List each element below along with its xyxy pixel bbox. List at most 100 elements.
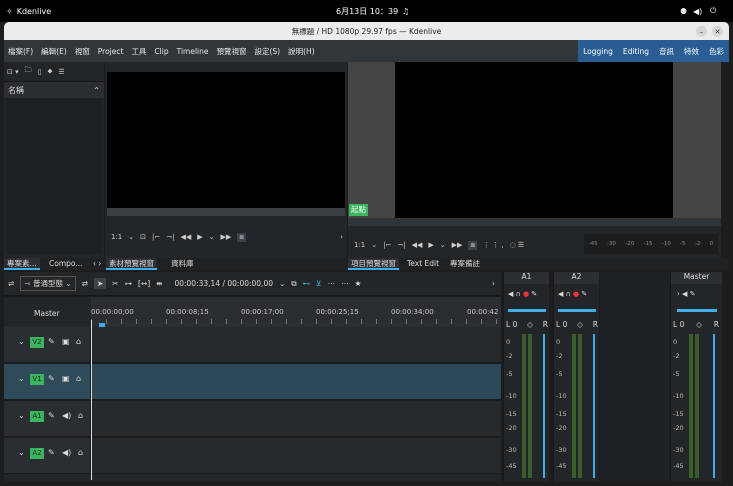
overlay-icon[interactable]: ⧈ [237, 232, 246, 242]
menu-monitor[interactable]: 預覽視窗 [213, 46, 251, 57]
track-name-a2[interactable]: A2 [30, 448, 44, 459]
select-tool-icon[interactable]: ➤ [93, 278, 107, 289]
volume-icon[interactable]: ◀) [693, 7, 702, 16]
extract-icon[interactable]: ⋯ [328, 279, 336, 288]
workspace-logging[interactable]: Logging [578, 47, 618, 56]
play-options-icon[interactable]: ⌄ [209, 233, 215, 241]
set-out-icon[interactable]: ¬| [397, 241, 405, 249]
rewind-icon[interactable]: ◀◀ [412, 241, 423, 249]
menu-clip[interactable]: Clip [150, 47, 172, 56]
delete-icon[interactable]: ▯ [38, 68, 42, 76]
menu-edit[interactable]: 編輯(E) [37, 46, 71, 57]
effects-icon[interactable]: ✎ [48, 448, 55, 457]
balance-icon[interactable]: ◇ [527, 320, 533, 329]
spacer-tool-icon[interactable]: ⊶ [125, 279, 133, 288]
overlay-icon[interactable]: ⧈ [468, 240, 477, 250]
network-icon[interactable]: ⚉ [680, 7, 687, 16]
tab-project-monitor[interactable]: 項目預覽視窗 [348, 258, 399, 270]
overwrite-icon[interactable]: ⊻ [316, 279, 322, 288]
set-in-icon[interactable]: |⌐ [152, 233, 160, 241]
power-icon[interactable]: ⏻ [710, 6, 716, 16]
tab-project-bin[interactable]: 專案素... [4, 258, 40, 270]
minimize-button[interactable]: – [696, 26, 707, 37]
edit-mode-select[interactable]: ⇾ 普通型態 ⌄ [20, 276, 76, 291]
lock-icon[interactable]: ⌂ [78, 411, 83, 420]
volume-fader[interactable] [713, 334, 715, 478]
snap-icon[interactable]: ⇄ [82, 279, 88, 288]
workspace-color[interactable]: 色彩 [704, 46, 729, 57]
menu-tools[interactable]: 工具 [127, 46, 150, 57]
tab-project-notes[interactable]: 專案備註 [447, 258, 483, 270]
menu-icon[interactable]: ☰ [58, 68, 64, 76]
effects-icon[interactable]: ✎ [48, 411, 55, 420]
collapse-icon[interactable]: ⌄ [18, 374, 25, 383]
system-app-name[interactable]: Kdenlive [17, 7, 51, 16]
pan-slider[interactable] [508, 309, 546, 312]
set-in-icon[interactable]: |⌐ [383, 241, 391, 249]
pan-slider[interactable] [558, 309, 596, 312]
forward-icon[interactable]: ▶▶ [452, 241, 463, 249]
lift-icon[interactable]: ⋯ [341, 279, 349, 288]
play-icon[interactable]: ▶ [428, 241, 433, 249]
collapse-icon[interactable]: ⌄ [18, 411, 25, 420]
forward-icon[interactable]: ▶▶ [221, 233, 232, 241]
razor-tool-icon[interactable]: ✂ [112, 279, 118, 288]
lock-icon[interactable]: ⌂ [76, 374, 81, 383]
menu-file[interactable]: 檔案(F) [4, 46, 37, 57]
notification-icon[interactable]: ♫ [402, 7, 409, 16]
hide-video-icon[interactable]: ▣ [62, 337, 70, 346]
track-name-v2[interactable]: V2 [30, 337, 44, 348]
menu-help[interactable]: 說明(H) [284, 46, 319, 57]
workspace-effects[interactable]: 特效 [679, 46, 704, 57]
mute-icon[interactable]: ◀) [62, 448, 71, 457]
volume-fader[interactable] [593, 334, 595, 478]
chevron-down-icon[interactable]: ⌄ [279, 279, 285, 288]
clip-zoom-select[interactable]: 1:1 [111, 233, 122, 241]
balance-icon[interactable]: ◇ [577, 320, 583, 329]
balance-icon[interactable]: ◇ [696, 320, 702, 329]
chevron-down-icon[interactable]: ⌄ [128, 233, 134, 241]
rewind-icon[interactable]: ◀◀ [180, 233, 191, 241]
timeline-timecode[interactable]: 00:00:33,14 / 00:00:00,00 [174, 279, 273, 288]
project-monitor-ruler[interactable] [348, 218, 721, 226]
slip-tool-icon[interactable]: ⇼ [156, 279, 162, 288]
bin-list[interactable] [6, 98, 102, 254]
volume-fader[interactable] [543, 334, 545, 478]
effects-icon[interactable]: ✎ [48, 337, 55, 346]
system-clock[interactable]: 6月13日 10：39 [336, 6, 398, 17]
folder-icon[interactable]: 🗀 [25, 66, 32, 77]
menu-view[interactable]: 視窗 [71, 46, 94, 57]
track-row-v2[interactable] [91, 327, 501, 363]
ripple-tool-icon[interactable]: [↔] [138, 279, 150, 288]
tab-text-edit[interactable]: Text Edit [404, 258, 442, 270]
workspace-audio[interactable]: 音訊 [654, 46, 679, 57]
pan-slider[interactable] [677, 309, 717, 312]
tab-clip-monitor[interactable]: 素材預覽視窗 [106, 258, 157, 270]
toggle-icon[interactable]: ◌ ☰ [510, 241, 525, 249]
split-view-icon[interactable]: ⧉ [291, 279, 296, 289]
master-label[interactable]: Master [34, 309, 60, 318]
mute-icon[interactable]: ◀) [62, 411, 71, 420]
favorite-icon[interactable]: ★ [355, 279, 362, 288]
project-monitor-screen[interactable] [395, 62, 673, 218]
play-icon[interactable]: ▶ [197, 233, 202, 241]
bin-list-header[interactable]: 名稱 ⌃ [4, 82, 104, 98]
insert-icon[interactable]: ⊷ [303, 279, 311, 288]
play-options-icon[interactable]: ⌄ [440, 241, 446, 249]
collapse-icon[interactable]: ⌄ [18, 337, 25, 346]
track-row-a2[interactable] [91, 438, 501, 474]
record-icon[interactable]: ● [573, 290, 579, 298]
tab-library[interactable]: 資料庫 [168, 258, 197, 270]
hide-video-icon[interactable]: ▣ [62, 374, 70, 383]
track-name-v1[interactable]: V1 [30, 374, 44, 385]
fit-icon[interactable]: ⊡ [140, 233, 146, 241]
track-row-a1[interactable] [91, 401, 501, 437]
set-out-icon[interactable]: ¬| [166, 233, 174, 241]
add-clip-icon[interactable]: ⊡ ▾ [7, 68, 19, 76]
track-name-a1[interactable]: A1 [30, 411, 44, 422]
in-point-marker[interactable]: 起點 [349, 204, 368, 216]
menu-project[interactable]: Project [94, 47, 128, 56]
collapse-icon[interactable]: ⌄ [18, 448, 25, 457]
chevron-down-icon[interactable]: ⌄ [371, 241, 377, 249]
menu-timeline[interactable]: Timeline [173, 47, 213, 56]
